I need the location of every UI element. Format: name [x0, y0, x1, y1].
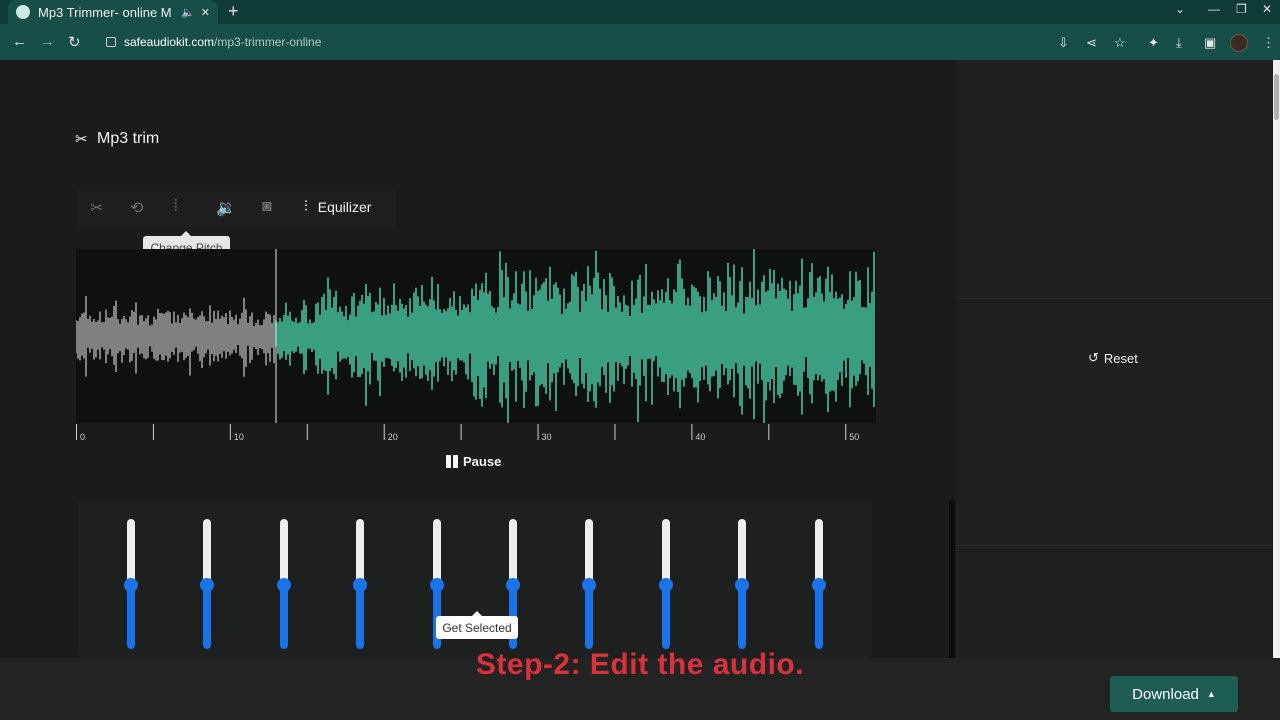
downloads-icon[interactable]: ⤓	[1176, 35, 1182, 51]
eq-slider-knob[interactable]	[124, 578, 138, 592]
screen: Mp3 Trimmer- online M 🔈 ✕ + ⌄ — ❐ ✕ ← → …	[0, 0, 1280, 720]
tutorial-caption: Step-2: Edit the audio.	[475, 648, 805, 681]
side-panel-icon[interactable]: ▣	[1204, 35, 1216, 51]
equalizer-label: Equilizer	[317, 198, 372, 215]
profile-avatar[interactable]	[1230, 34, 1248, 52]
caret-up-icon: ▲	[1206, 689, 1216, 699]
install-app-icon[interactable]: ⇩	[1058, 35, 1069, 51]
eq-slider-knob[interactable]	[811, 578, 826, 592]
pause-button[interactable]: Pause	[446, 454, 501, 469]
eq-slider-track-upper	[738, 519, 747, 584]
browser-tab[interactable]: Mp3 Trimmer- online M 🔈 ✕	[8, 0, 218, 24]
ruler-label: 10	[234, 432, 244, 442]
eq-slider-track-lower	[356, 584, 365, 649]
ruler-label: 20	[388, 432, 398, 442]
eq-slider-band-8[interactable]	[658, 519, 673, 649]
address-bar[interactable]: safeaudiokit.com /mp3-trimmer-online	[96, 29, 1136, 55]
eq-slider-band-1[interactable]	[124, 519, 138, 649]
speaker-box-icon[interactable]: ◙	[262, 198, 272, 216]
browser-toolbar: ← → ↻ safeaudiokit.com /mp3-trimmer-onli…	[0, 24, 1280, 60]
ruler-label: 50	[849, 432, 859, 442]
eq-slider-track-upper	[585, 519, 594, 584]
back-icon[interactable]: ←	[12, 33, 27, 50]
reset-button[interactable]: ↺ Reset	[1088, 350, 1138, 366]
audio-logo-icon: ✂	[75, 131, 88, 148]
eq-slider-track-lower	[279, 584, 288, 649]
pause-label: Pause	[463, 454, 502, 469]
share-icon[interactable]: ⋖	[1086, 35, 1097, 51]
browser-tab-strip: Mp3 Trimmer- online M 🔈 ✕ + ⌄ — ❐ ✕	[0, 0, 1280, 24]
waveform-svg	[76, 249, 875, 423]
new-tab-button[interactable]: +	[228, 1, 239, 22]
extensions-icon[interactable]: ✦	[1148, 35, 1159, 51]
eq-slider-track-lower	[127, 584, 135, 649]
page-scroll-thumb[interactable]	[1274, 74, 1279, 120]
eq-slider-track-lower	[738, 584, 747, 649]
speaker-icon[interactable]: 🔈	[181, 6, 195, 19]
eq-slider-track-lower	[814, 584, 823, 649]
panel-scrollbar[interactable]	[949, 500, 955, 658]
download-label: Download	[1132, 685, 1199, 703]
side-divider	[956, 298, 1272, 299]
url-host: safeaudiokit.com	[124, 35, 215, 49]
side-divider	[956, 545, 1272, 546]
eq-slider-track-upper	[356, 519, 365, 584]
timeline-ruler: 0 10 20 30 40 50	[76, 424, 859, 442]
ruler-label: 0	[80, 432, 85, 442]
eq-slider-band-7[interactable]	[582, 519, 597, 649]
menu-icon[interactable]: ⋮	[1262, 35, 1275, 51]
eq-slider-track-upper	[432, 519, 441, 584]
eq-slider-knob[interactable]	[429, 578, 444, 592]
tab-close-icon[interactable]: ✕	[201, 6, 210, 19]
eq-slider-band-3[interactable]	[276, 519, 291, 649]
close-window-icon[interactable]: ✕	[1262, 2, 1272, 16]
eq-slider-band-4[interactable]	[353, 519, 368, 649]
reset-icon: ↺	[1088, 350, 1099, 365]
bookmark-star-icon[interactable]: ☆	[1114, 35, 1126, 51]
site-favicon-icon	[16, 5, 30, 19]
eq-slider-track-upper	[509, 519, 517, 584]
eq-slider-knob[interactable]	[276, 578, 291, 592]
ruler-label: 30	[542, 432, 552, 442]
sliders-icon: ⫶	[304, 198, 308, 215]
speed-icon[interactable]: ⟲	[130, 198, 143, 218]
minimize-icon[interactable]: —	[1208, 2, 1220, 16]
eq-slider-knob[interactable]	[658, 578, 673, 592]
tab-title: Mp3 Trimmer- online M	[38, 4, 172, 20]
tab-search-icon[interactable]: ⌄	[1175, 2, 1185, 16]
eq-slider-track-lower	[661, 584, 670, 649]
eq-slider-track-upper	[203, 519, 212, 584]
ruler-label: 40	[695, 432, 705, 442]
eq-slider-track-upper	[279, 519, 288, 584]
eq-slider-knob[interactable]	[506, 578, 520, 592]
eq-slider-band-2[interactable]	[200, 519, 215, 649]
page-title-text: Mp3 trim	[97, 130, 160, 147]
url-path: /mp3-trimmer-online	[214, 35, 322, 49]
eq-slider-track-upper	[127, 519, 135, 584]
get-selected-tooltip: Get Selected	[436, 611, 518, 639]
eq-slider-track-lower	[585, 584, 594, 649]
equalizer-button[interactable]: ⫶ Equilizer	[304, 198, 371, 215]
waveform-canvas[interactable]	[76, 249, 876, 423]
reset-label: Reset	[1103, 350, 1138, 366]
restore-icon[interactable]: ❐	[1236, 2, 1247, 16]
volume-icon[interactable]: 🔉	[216, 198, 236, 218]
eq-slider-track-upper	[661, 519, 670, 584]
page-title: ✂ Mp3 trim	[75, 130, 159, 148]
eq-slider-track-upper	[814, 519, 823, 584]
page-scrollbar[interactable]	[1273, 60, 1280, 660]
forward-icon[interactable]: →	[40, 33, 55, 50]
scissors-icon[interactable]: ✂	[90, 198, 103, 218]
download-button[interactable]: Download ▲	[1110, 676, 1238, 712]
eq-slider-band-10[interactable]	[811, 519, 826, 649]
pause-icon	[446, 455, 458, 468]
eq-slider-track-lower	[203, 584, 212, 649]
pitch-wave-icon[interactable]: ⦙	[174, 198, 178, 216]
lock-icon	[106, 37, 116, 47]
eq-slider-band-9[interactable]	[735, 519, 750, 649]
reload-icon[interactable]: ↻	[68, 33, 81, 51]
